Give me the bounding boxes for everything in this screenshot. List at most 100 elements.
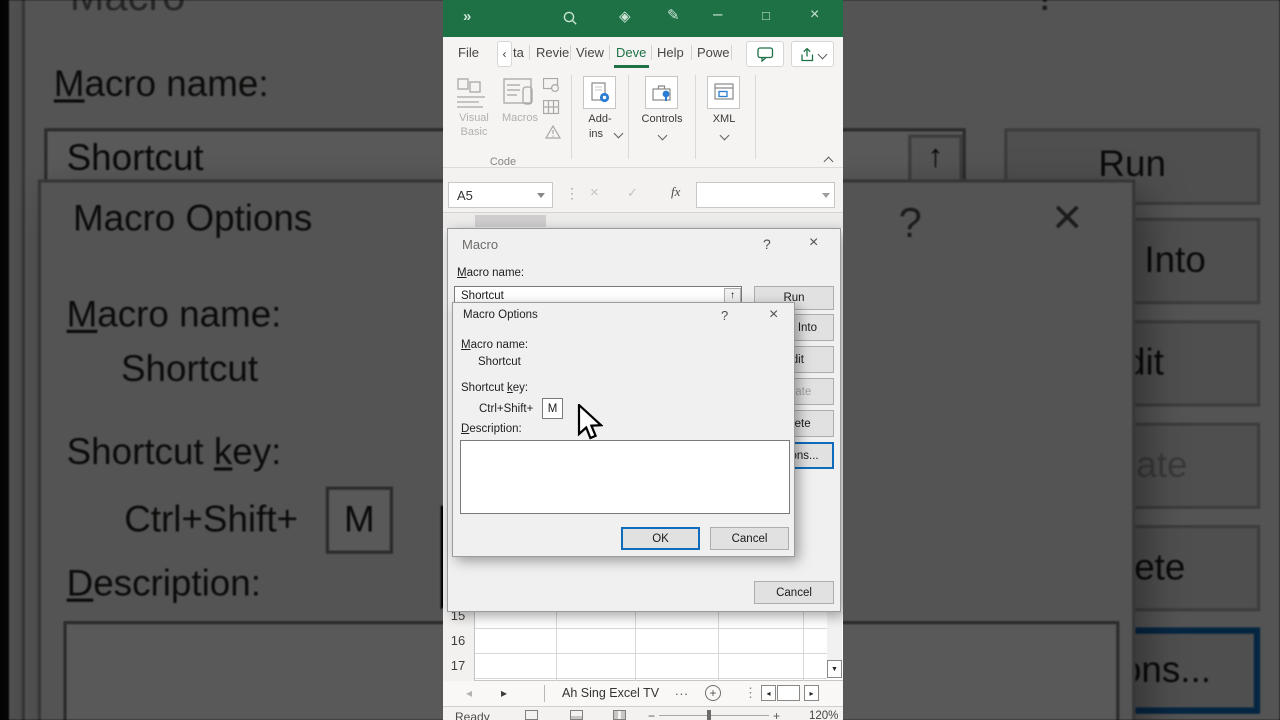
ribbon-tab-row: File ‹ ta Revie View Deve Help Powe bbox=[443, 37, 843, 70]
draw-pen-icon[interactable]: ✎ bbox=[667, 8, 680, 24]
name-box[interactable]: A5 bbox=[448, 182, 553, 208]
row-header-17[interactable]: 17 bbox=[443, 658, 473, 673]
options-cancel-button[interactable]: Cancel bbox=[710, 527, 789, 550]
record-macro-icon bbox=[543, 78, 560, 93]
normal-view-icon[interactable] bbox=[525, 710, 538, 720]
sheet-scroll-left-button[interactable]: ◂ bbox=[761, 685, 776, 701]
video-frame: » ◈ ✎ – □ × File ‹ ta Revie View Deve He… bbox=[0, 0, 1280, 720]
status-bar: Ready − + 120% bbox=[443, 706, 843, 720]
sheet-nav-right-icon[interactable]: ▸ bbox=[501, 686, 507, 700]
rest: ey: bbox=[512, 382, 529, 394]
page-layout-view-icon[interactable] bbox=[570, 710, 583, 720]
visual-basic-icon bbox=[455, 76, 493, 110]
zoom-slider-thumb[interactable] bbox=[707, 710, 711, 720]
macro-list-scroll-up-button[interactable]: ↑ bbox=[724, 288, 741, 303]
sheet-tab-more[interactable]: ... bbox=[675, 683, 689, 698]
scroll-down-button[interactable]: ▼ bbox=[827, 660, 842, 678]
search-icon[interactable] bbox=[562, 10, 578, 26]
minimize-button[interactable]: – bbox=[713, 5, 722, 22]
shortcut-key-label: Shortcut key: bbox=[67, 435, 282, 473]
status-ready: Ready bbox=[455, 710, 490, 720]
macro-cancel-button[interactable]: Cancel bbox=[754, 581, 834, 604]
row-header-16[interactable]: 16 bbox=[443, 633, 473, 648]
tab-separator bbox=[651, 45, 652, 60]
add-ins-icon bbox=[583, 76, 616, 109]
gridline bbox=[803, 604, 804, 681]
tab-review-partial[interactable]: Revie bbox=[536, 45, 569, 60]
chevron-down-icon bbox=[817, 49, 828, 59]
description-textarea[interactable] bbox=[460, 440, 790, 514]
ribbon-separator bbox=[628, 75, 629, 159]
zoom-slider-track[interactable] bbox=[659, 715, 769, 716]
description-label: Description: bbox=[67, 567, 261, 605]
page-break-view-icon[interactable] bbox=[613, 710, 626, 720]
sheet-bar-dots-icon: ⋮ bbox=[744, 685, 757, 700]
macro-name-value: Shortcut bbox=[66, 141, 204, 180]
rest: acro name: bbox=[97, 297, 282, 337]
sheet-scroll-thumb[interactable] bbox=[777, 685, 800, 701]
tab-separator bbox=[570, 45, 571, 60]
close-icon[interactable]: × bbox=[809, 234, 818, 252]
tab-separator bbox=[731, 45, 732, 60]
tab-data-partial[interactable]: ta bbox=[513, 45, 524, 60]
premium-diamond-icon[interactable]: ◈ bbox=[619, 9, 631, 25]
close-button[interactable]: × bbox=[810, 7, 819, 23]
formula-bar: A5 ⋮ × ✓ fx bbox=[443, 168, 843, 213]
vertical-scrollbar-track[interactable] bbox=[827, 612, 842, 660]
macros-icon bbox=[503, 78, 539, 108]
sheet-scroll-right-button[interactable]: ▸ bbox=[804, 685, 819, 701]
gridline bbox=[635, 604, 636, 681]
sheet-nav-left-icon[interactable]: ◂ bbox=[466, 686, 472, 700]
sheet-tab-name[interactable]: Ah Sing Excel TV bbox=[562, 686, 659, 700]
quick-access-overflow-icon[interactable]: » bbox=[463, 9, 471, 25]
collapse-ribbon-chevron-icon[interactable] bbox=[823, 156, 834, 167]
macro-list-scroll-up-button: ↑ bbox=[908, 134, 963, 183]
formula-enter-icon: ✓ bbox=[627, 185, 638, 200]
zoom-level[interactable]: 120% bbox=[809, 710, 838, 720]
tab-file[interactable]: File bbox=[458, 45, 479, 60]
pre: Shortcut bbox=[66, 435, 214, 474]
maximize-button[interactable]: □ bbox=[762, 8, 770, 24]
description-label: Description: bbox=[461, 423, 522, 435]
help-icon[interactable]: ? bbox=[763, 236, 771, 252]
gridline bbox=[443, 628, 827, 629]
new-sheet-button[interactable]: + bbox=[705, 685, 721, 701]
macro-dialog-title: Macro bbox=[462, 237, 499, 252]
xml-button[interactable]: XML bbox=[701, 113, 747, 125]
zoom-out-button[interactable]: − bbox=[648, 709, 655, 720]
xml-icon bbox=[707, 76, 740, 109]
tab-help[interactable]: Help bbox=[657, 45, 684, 60]
relative-references-grid-icon bbox=[543, 100, 560, 115]
tab-scroll-left-button[interactable]: ‹ bbox=[497, 41, 512, 67]
rest: ey: bbox=[232, 435, 282, 474]
ribbon-separator bbox=[571, 75, 572, 159]
macro-name-label-rest: acro name: bbox=[466, 267, 525, 279]
tab-power-partial[interactable]: Powe bbox=[697, 45, 730, 60]
gridline bbox=[443, 653, 827, 654]
comments-button[interactable] bbox=[746, 41, 784, 67]
pre: Shortcut bbox=[461, 382, 508, 394]
add-ins-button-line2[interactable]: ins bbox=[573, 128, 619, 140]
close-icon[interactable]: × bbox=[769, 306, 778, 324]
share-button[interactable] bbox=[791, 41, 834, 67]
formula-input[interactable] bbox=[696, 182, 835, 208]
zoom-in-button[interactable]: + bbox=[773, 709, 780, 720]
excel-titlebar: » ◈ ✎ – □ × bbox=[443, 0, 843, 37]
macro-name-label-accel: M bbox=[457, 267, 467, 279]
add-ins-button[interactable]: Add- bbox=[577, 113, 623, 125]
code-group-label: Code bbox=[489, 156, 517, 168]
help-icon[interactable]: ? bbox=[721, 308, 728, 323]
controls-icon bbox=[645, 76, 678, 109]
insert-function-icon[interactable]: fx bbox=[671, 184, 680, 200]
tab-separator bbox=[529, 45, 530, 60]
formula-expand-icon[interactable] bbox=[822, 193, 830, 198]
macro-security-warning-icon bbox=[545, 125, 561, 139]
sheet-header-sliver bbox=[443, 213, 843, 228]
ok-button[interactable]: OK bbox=[621, 527, 700, 550]
gridline bbox=[443, 678, 827, 679]
tab-developer-active[interactable]: Deve bbox=[616, 45, 646, 60]
tab-view[interactable]: View bbox=[576, 45, 604, 60]
name-box-dropdown-icon[interactable] bbox=[537, 193, 545, 198]
shortcut-key-input[interactable]: M bbox=[542, 398, 563, 419]
controls-button[interactable]: Controls bbox=[635, 113, 689, 125]
